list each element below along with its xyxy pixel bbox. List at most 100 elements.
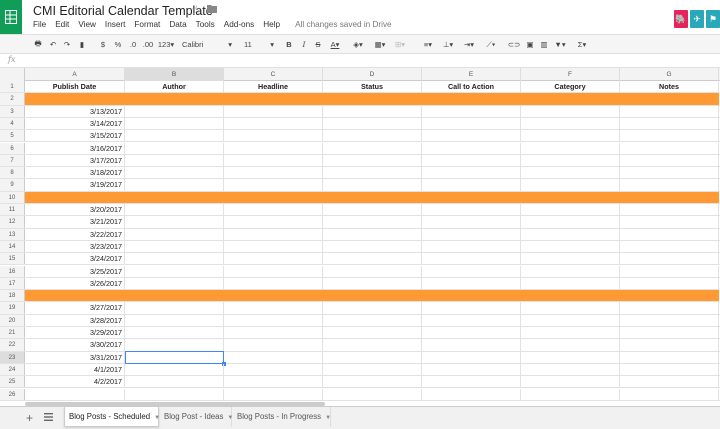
cell[interactable] <box>125 204 224 216</box>
row-number[interactable]: 5 <box>0 130 25 142</box>
cell[interactable] <box>224 154 323 167</box>
italic-button[interactable]: I <box>299 38 309 51</box>
horizontal-align-icon[interactable]: ≡▾ <box>421 38 435 51</box>
cell[interactable] <box>620 142 719 154</box>
cell[interactable] <box>224 179 323 191</box>
cell[interactable] <box>323 130 422 142</box>
publish-date-cell[interactable]: 3/17/2017 <box>25 154 125 167</box>
row-number[interactable]: 13 <box>0 228 25 240</box>
addon-bird-icon[interactable]: ✈ <box>690 10 704 28</box>
print-icon[interactable]: 🖶 <box>32 38 44 51</box>
cell[interactable] <box>422 142 521 154</box>
cell[interactable] <box>125 388 224 400</box>
publish-date-cell[interactable]: 3/25/2017 <box>25 265 125 277</box>
cell[interactable] <box>224 93 323 105</box>
cell[interactable] <box>521 191 620 203</box>
cell[interactable] <box>422 351 521 363</box>
menu-edit[interactable]: Edit <box>55 20 69 29</box>
cell[interactable] <box>521 253 620 265</box>
cell[interactable] <box>521 302 620 314</box>
cell[interactable] <box>620 130 719 142</box>
row-number[interactable]: 21 <box>0 327 25 339</box>
cell[interactable] <box>125 179 224 191</box>
cell[interactable] <box>224 191 323 203</box>
publish-date-cell[interactable] <box>25 388 125 400</box>
cell[interactable] <box>620 388 719 400</box>
cell[interactable] <box>521 240 620 253</box>
cell[interactable] <box>224 388 323 400</box>
cell[interactable] <box>125 191 224 203</box>
cell[interactable] <box>422 228 521 240</box>
cell[interactable] <box>521 154 620 167</box>
cell[interactable] <box>125 339 224 351</box>
row-number[interactable]: 8 <box>0 167 25 179</box>
cell[interactable] <box>422 363 521 376</box>
cell[interactable] <box>620 302 719 314</box>
cell[interactable] <box>323 339 422 351</box>
cell[interactable] <box>125 265 224 277</box>
cell[interactable] <box>224 277 323 290</box>
cell[interactable] <box>125 167 224 179</box>
cell[interactable] <box>620 265 719 277</box>
column-header-c[interactable]: C <box>224 68 323 81</box>
cell[interactable] <box>125 93 224 105</box>
cell[interactable] <box>323 93 422 105</box>
column-header-d[interactable]: D <box>323 68 422 81</box>
cell[interactable] <box>323 265 422 277</box>
row-number[interactable]: 22 <box>0 339 25 351</box>
cell[interactable] <box>620 351 719 363</box>
text-color-button[interactable]: A ▾ <box>326 38 344 51</box>
cell[interactable] <box>521 351 620 363</box>
row-number[interactable]: 6 <box>0 142 25 154</box>
row-number[interactable]: 14 <box>0 240 25 253</box>
cell[interactable] <box>620 93 719 105</box>
cell[interactable] <box>521 117 620 130</box>
row-number[interactable]: 1 <box>0 81 25 93</box>
sheet-tab-in-progress[interactable]: Blog Posts - In Progress ▼ <box>233 407 331 427</box>
cell[interactable] <box>422 216 521 228</box>
cell[interactable] <box>323 167 422 179</box>
cell[interactable] <box>521 277 620 290</box>
cell[interactable] <box>224 130 323 142</box>
cell[interactable] <box>125 363 224 376</box>
row-number[interactable]: 26 <box>0 388 25 400</box>
cell[interactable] <box>422 130 521 142</box>
menu-file[interactable]: File <box>33 20 46 29</box>
cell[interactable] <box>224 327 323 339</box>
fill-color-icon[interactable]: ◈▾ <box>351 38 365 51</box>
cell[interactable] <box>323 191 422 203</box>
cell[interactable] <box>323 351 422 363</box>
addon-elephant-icon[interactable]: 🐘 <box>674 10 688 28</box>
cell[interactable] <box>125 327 224 339</box>
cell[interactable] <box>125 314 224 326</box>
row-number[interactable]: 4 <box>0 117 25 130</box>
cell[interactable] <box>224 117 323 130</box>
publish-date-cell[interactable]: 3/24/2017 <box>25 253 125 265</box>
cell[interactable] <box>125 290 224 302</box>
column-header-g[interactable]: G <box>620 68 719 81</box>
cell[interactable] <box>521 388 620 400</box>
cell[interactable] <box>323 314 422 326</box>
publish-date-cell[interactable]: 3/26/2017 <box>25 277 125 290</box>
column-header-f[interactable]: F <box>521 68 620 81</box>
cell[interactable] <box>620 314 719 326</box>
row-number[interactable]: 15 <box>0 253 25 265</box>
row-number[interactable]: 25 <box>0 376 25 388</box>
cell[interactable] <box>224 105 323 117</box>
cell[interactable] <box>125 154 224 167</box>
cell[interactable] <box>224 376 323 388</box>
cell[interactable] <box>422 167 521 179</box>
column-title[interactable]: Author <box>125 81 224 93</box>
cell[interactable] <box>521 228 620 240</box>
cell[interactable] <box>125 376 224 388</box>
cell[interactable] <box>422 253 521 265</box>
publish-date-cell[interactable]: 3/29/2017 <box>25 327 125 339</box>
cell[interactable] <box>224 240 323 253</box>
cell[interactable] <box>125 142 224 154</box>
menu-help[interactable]: Help <box>263 20 280 29</box>
insert-link-icon[interactable]: ⊂⊃ <box>508 38 521 51</box>
row-number[interactable]: 12 <box>0 216 25 228</box>
cell[interactable] <box>422 191 521 203</box>
sheet-tab-scheduled[interactable]: Blog Posts - Scheduled ▼ <box>64 407 160 427</box>
cell[interactable] <box>125 253 224 265</box>
